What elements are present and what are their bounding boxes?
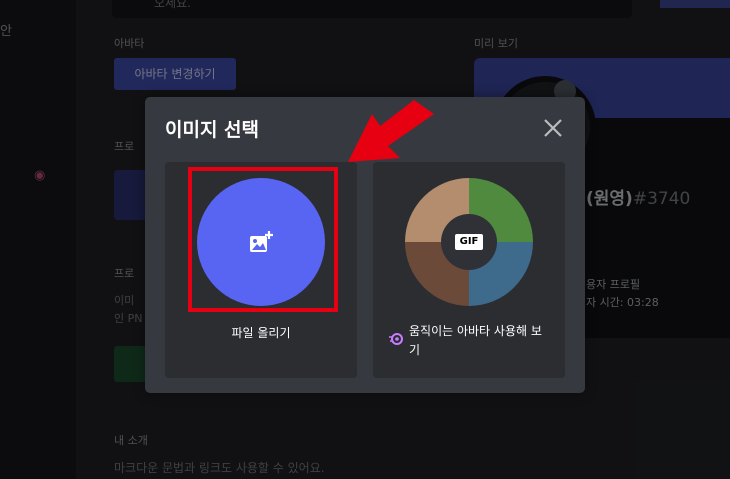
close-icon (544, 119, 562, 137)
pointer-arrow-icon (348, 100, 434, 162)
modal-title: 이미지 선택 (165, 119, 260, 141)
gif-center-disc: GIF (441, 214, 497, 270)
close-button[interactable] (539, 114, 567, 142)
upload-file-label: 파일 올리기 (231, 326, 291, 340)
gif-preview-collage: GIF (405, 178, 533, 306)
animated-avatar-option[interactable]: GIF 움직이는 아바타 사용해 보기 (373, 162, 565, 378)
gif-badge: GIF (455, 234, 483, 250)
highlight-box (188, 167, 338, 312)
animated-avatar-label: 움직이는 아바타 사용해 보기 (409, 324, 542, 357)
nitro-icon (389, 333, 403, 345)
